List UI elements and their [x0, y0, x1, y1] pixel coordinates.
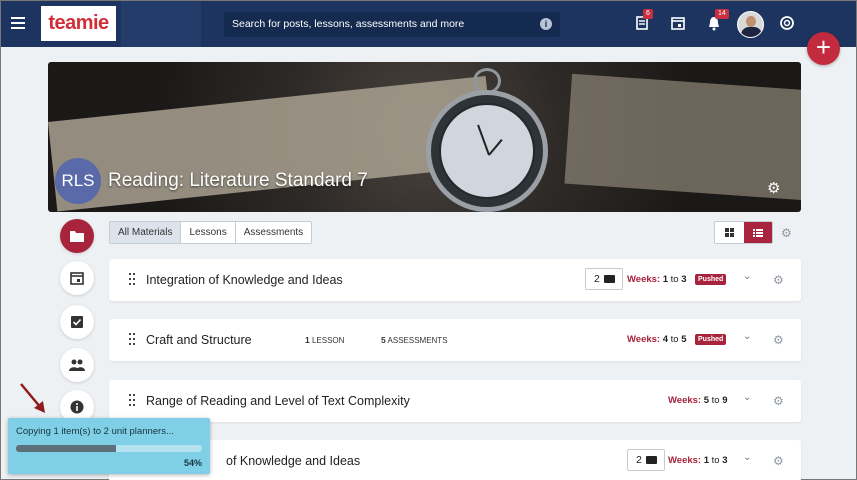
- status-badge: Pushed: [695, 274, 727, 285]
- unit-weeks: Weeks: 1 to 3: [627, 274, 687, 285]
- status-badge: Pushed: [695, 334, 727, 345]
- unit-row[interactable]: Craft and Structure 1 LESSON 5 ASSESSMEN…: [109, 319, 801, 361]
- unit-title[interactable]: Range of Reading and Level of Text Compl…: [146, 394, 410, 408]
- chevron-down-icon[interactable]: ⌄: [743, 331, 751, 342]
- course-title: Reading: Literature Standard 7: [108, 170, 368, 191]
- comments-button[interactable]: 2: [627, 449, 665, 471]
- unit-weeks: Weeks: 1 to 3: [668, 455, 728, 466]
- info-icon[interactable]: i: [540, 18, 552, 30]
- unit-title[interactable]: Integration of Knowledge and Ideas: [146, 273, 343, 287]
- people-nav-button[interactable]: [60, 348, 94, 382]
- row-settings-icon[interactable]: ⚙: [773, 274, 784, 286]
- logo[interactable]: teamie: [41, 6, 116, 41]
- tab-all-materials[interactable]: All Materials: [110, 222, 182, 243]
- search-input[interactable]: Search for posts, lessons, assessments a…: [224, 12, 560, 37]
- comment-icon: [604, 275, 615, 283]
- people-icon: [69, 359, 85, 371]
- pointer-arrow-icon: [20, 383, 45, 413]
- comment-icon: [646, 456, 657, 464]
- pocket-watch-image: [426, 90, 548, 212]
- chevron-down-icon[interactable]: ⌄: [743, 271, 751, 282]
- calendar-icon[interactable]: [670, 15, 686, 31]
- info-icon: [70, 400, 84, 414]
- user-avatar[interactable]: [737, 11, 764, 38]
- unit-weeks: Weeks: 4 to 5: [627, 334, 687, 345]
- top-bar: teamie Search for posts, lessons, assess…: [1, 1, 856, 47]
- course-avatar: RLS: [55, 158, 101, 204]
- row-settings-icon[interactable]: ⚙: [773, 395, 784, 407]
- newsfeed-badge: 6: [643, 9, 653, 19]
- unit-row[interactable]: Range of Reading and Level of Text Compl…: [109, 380, 801, 422]
- settings-icon[interactable]: ⚙: [781, 227, 792, 239]
- calendar-icon: [70, 272, 84, 285]
- list-view-button[interactable]: [743, 222, 772, 243]
- unit-title[interactable]: of Knowledge and Ideas: [226, 454, 360, 468]
- comments-button[interactable]: 2: [585, 268, 623, 290]
- calendar-nav-button[interactable]: [60, 261, 94, 295]
- materials-nav-button[interactable]: [60, 219, 94, 253]
- row-settings-icon[interactable]: ⚙: [773, 334, 784, 346]
- assessment-count: 5 ASSESSMENTS: [381, 335, 448, 345]
- banner-map-right: [564, 73, 801, 201]
- unit-title[interactable]: Craft and Structure: [146, 333, 252, 347]
- chevron-down-icon[interactable]: ⌄: [743, 392, 751, 403]
- copy-progress-toast: Copying 1 item(s) to 2 unit planners... …: [8, 418, 210, 474]
- logo-backdrop: [121, 1, 201, 47]
- comment-count: 2: [636, 454, 642, 466]
- folder-icon: [70, 231, 84, 242]
- progress-bar: [16, 445, 202, 452]
- unit-row[interactable]: Integration of Knowledge and Ideas 2 Wee…: [109, 259, 801, 301]
- grid-view-button[interactable]: [715, 222, 744, 243]
- comment-count: 2: [594, 273, 600, 285]
- tasks-nav-button[interactable]: [60, 305, 94, 339]
- list-icon: [752, 228, 763, 237]
- view-toggle: [714, 221, 773, 244]
- drag-handle-icon[interactable]: [129, 394, 135, 406]
- checkbox-icon: [71, 316, 83, 328]
- tab-lessons[interactable]: Lessons: [181, 222, 236, 243]
- unit-row[interactable]: of Knowledge and Ideas 2 Weeks: 1 to 3 ⌄…: [109, 440, 801, 480]
- material-filter: All Materials Lessons Assessments: [109, 221, 313, 244]
- help-icon[interactable]: [779, 15, 795, 31]
- progress-fill: [16, 445, 117, 452]
- toast-message: Copying 1 item(s) to 2 unit planners...: [16, 426, 174, 437]
- row-settings-icon[interactable]: ⚙: [773, 455, 784, 467]
- menu-icon[interactable]: [11, 17, 25, 29]
- add-button[interactable]: +: [807, 32, 840, 65]
- unit-weeks: Weeks: 5 to 9: [668, 395, 728, 406]
- grid-icon: [724, 228, 734, 237]
- lesson-count: 1 LESSON: [305, 335, 345, 345]
- chevron-down-icon[interactable]: ⌄: [743, 452, 751, 463]
- tab-assessments[interactable]: Assessments: [236, 222, 311, 243]
- alerts-badge: 14: [715, 9, 729, 19]
- progress-percent: 54%: [183, 458, 202, 468]
- search-placeholder: Search for posts, lessons, assessments a…: [232, 18, 465, 30]
- drag-handle-icon[interactable]: [129, 273, 135, 285]
- banner-settings-icon[interactable]: ⚙: [767, 181, 782, 196]
- drag-handle-icon[interactable]: [129, 333, 135, 345]
